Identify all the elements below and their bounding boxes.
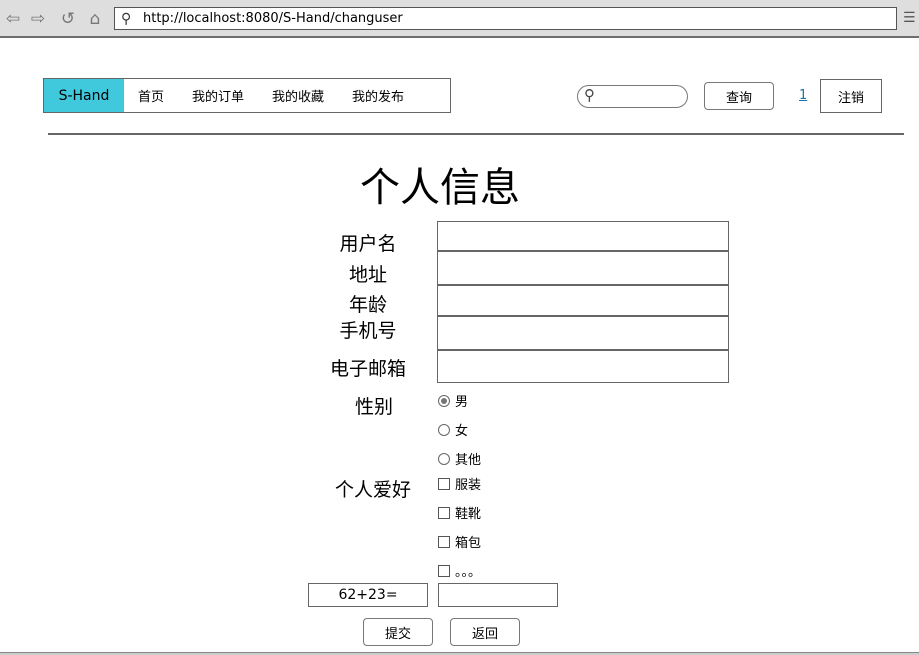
checkbox[interactable]	[438, 477, 450, 490]
search-icon: ⚲	[121, 11, 132, 27]
age-label: 年龄	[348, 294, 387, 316]
forward-arrow-icon[interactable]: ⇨	[28, 9, 48, 29]
address-bar[interactable]: ⚲ http://localhost:8080/S-Hand/changuser	[114, 7, 897, 30]
hobby-option-bags[interactable]: 箱包	[438, 532, 481, 551]
age-input[interactable]	[437, 285, 729, 316]
logout-button[interactable]: 注销	[820, 79, 882, 113]
navbar: S-Hand 首页 我的订单 我的收藏 我的发布	[43, 78, 451, 113]
nav-my-orders[interactable]: 我的订单	[192, 86, 244, 105]
gender-option-female[interactable]: 女	[438, 420, 468, 439]
username-label: 用户名	[339, 233, 397, 255]
checkbox[interactable]	[438, 564, 450, 577]
option-label: 鞋靴	[455, 507, 482, 522]
hobby-option-more[interactable]: 。。。	[438, 561, 481, 580]
checkbox[interactable]	[438, 535, 450, 548]
back-arrow-icon[interactable]: ⇦	[3, 9, 23, 29]
captcha-input[interactable]	[438, 583, 558, 607]
hobby-option-shoes[interactable]: 鞋靴	[438, 503, 481, 522]
option-label: 箱包	[455, 536, 482, 551]
checkbox[interactable]	[438, 506, 450, 519]
back-button[interactable]: 返回	[450, 618, 520, 646]
option-label: 服装	[455, 478, 482, 493]
option-label: 。。。	[455, 565, 482, 580]
page-title: 个人信息	[360, 165, 520, 211]
user-link[interactable]: 1	[799, 88, 807, 103]
nav-my-posts[interactable]: 我的发布	[352, 86, 404, 105]
hobby-option-clothing[interactable]: 服装	[438, 474, 481, 493]
search-icon: ⚲	[584, 86, 595, 104]
gender-option-male[interactable]: 男	[438, 391, 468, 410]
hobbies-label: 个人爱好	[334, 479, 411, 501]
radio-button[interactable]	[438, 423, 450, 436]
address-label: 地址	[348, 264, 387, 286]
search-input[interactable]: ⚲	[577, 85, 688, 108]
home-icon[interactable]: ⌂	[85, 9, 105, 29]
nav-my-favorites[interactable]: 我的收藏	[272, 86, 324, 105]
username-input[interactable]	[437, 221, 729, 251]
captcha-question: 62+23=	[308, 583, 428, 607]
menu-icon[interactable]: ☰	[903, 10, 917, 26]
radio-button[interactable]	[438, 452, 450, 465]
browser-toolbar: ⇦ ⇨ ↺ ⌂ ⚲ http://localhost:8080/S-Hand/ch…	[0, 0, 919, 38]
brand-link[interactable]: S-Hand	[44, 79, 124, 112]
phone-label: 手机号	[339, 320, 397, 342]
url-text: http://localhost:8080/S-Hand/changuser	[143, 11, 403, 26]
phone-input[interactable]	[437, 316, 729, 350]
email-input[interactable]	[437, 350, 729, 383]
option-label: 男	[455, 395, 469, 410]
gender-option-other[interactable]: 其他	[438, 449, 481, 468]
query-button[interactable]: 查询	[704, 82, 774, 110]
reload-icon[interactable]: ↺	[58, 9, 78, 29]
email-label: 电子邮箱	[329, 358, 406, 380]
radio-button[interactable]	[438, 394, 450, 407]
nav-home[interactable]: 首页	[138, 86, 164, 105]
address-input[interactable]	[437, 251, 729, 285]
option-label: 其他	[455, 453, 482, 468]
submit-button[interactable]: 提交	[363, 618, 433, 646]
option-label: 女	[455, 424, 469, 439]
gender-label: 性别	[354, 396, 393, 418]
divider	[48, 133, 904, 135]
